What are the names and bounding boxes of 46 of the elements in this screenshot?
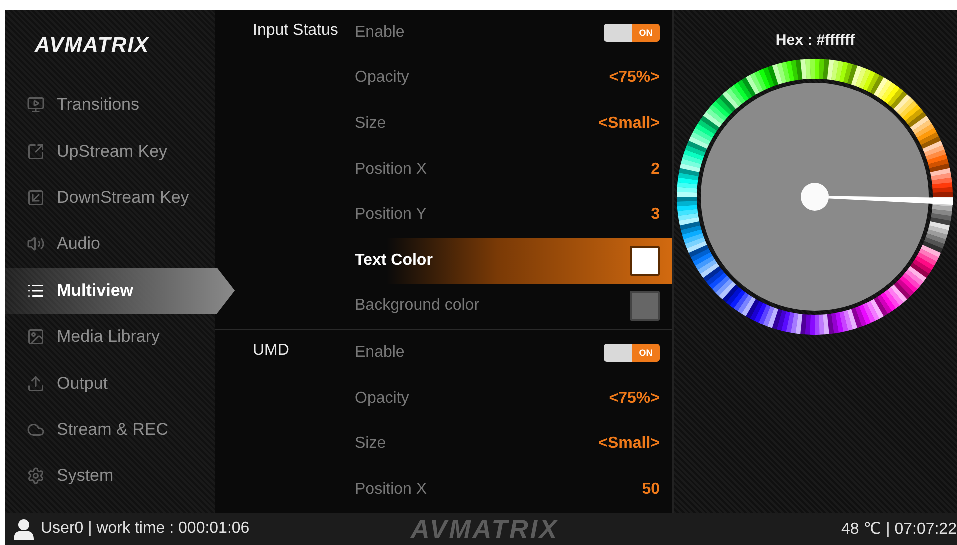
selected-row-highlight[interactable]: Text Color <box>355 238 672 284</box>
color-swatch[interactable] <box>630 291 660 322</box>
color-swatch[interactable] <box>630 246 660 276</box>
sidebar-item[interactable]: System <box>5 453 215 500</box>
setting-value[interactable]: <75%> <box>609 69 660 88</box>
sidebar-item[interactable]: Media Library <box>5 314 215 360</box>
section-title: Input Status <box>253 22 338 39</box>
setting-label: Position X <box>355 480 428 499</box>
setting-label: Size <box>355 435 386 454</box>
sidebar-item[interactable]: Transitions <box>5 82 215 128</box>
user-icon <box>13 518 35 540</box>
setting-value[interactable]: <75%> <box>609 390 660 408</box>
menu-icon <box>27 188 45 207</box>
temperature-time: 48 ℃ | 07:07:22 <box>840 520 957 539</box>
sidebar-item[interactable]: Stream & REC <box>5 406 215 454</box>
setting-label: Opacity <box>355 69 410 88</box>
menu-icon <box>27 467 45 486</box>
hex-value: Hex : #ffffff <box>776 32 856 49</box>
setting-value[interactable]: <Small> <box>598 435 660 454</box>
section-title: UMD <box>253 342 290 360</box>
menu-icon <box>27 374 45 393</box>
color-wheel-drawing[interactable] <box>676 59 952 335</box>
user-work-time: User0 | work time : 000:01:06 <box>41 520 250 538</box>
setting-label: Opacity <box>355 390 410 408</box>
sidebar-item[interactable]: Output <box>5 360 215 407</box>
menu-icon <box>27 328 45 346</box>
sidebar-item[interactable]: Multiview <box>5 268 235 314</box>
logo: AVMATRIX <box>34 33 151 59</box>
sidebar-item[interactable]: Audio <box>5 221 215 268</box>
menu-icon <box>27 235 45 254</box>
menu-icon <box>27 96 45 114</box>
setting-label: Enable <box>355 24 405 42</box>
setting-label: Enable <box>355 344 405 362</box>
setting-label: Position X <box>355 160 428 179</box>
setting-label: Background color <box>355 297 480 316</box>
menu-icon <box>27 142 45 161</box>
watermark-logo: AVMATRIX <box>411 514 559 544</box>
setting-value[interactable]: 50 <box>642 480 660 499</box>
setting-label: Text Color <box>355 252 433 270</box>
setting-label: Size <box>355 114 386 133</box>
sidebar-item[interactable]: UpStream Key <box>5 128 215 175</box>
setting-value[interactable]: 3 <box>651 206 660 224</box>
setting-label: Position Y <box>355 206 427 224</box>
sidebar-item[interactable]: DownStream Key <box>5 174 215 222</box>
setting-value[interactable]: <Small> <box>598 114 660 133</box>
setting-value[interactable]: 2 <box>651 160 660 179</box>
